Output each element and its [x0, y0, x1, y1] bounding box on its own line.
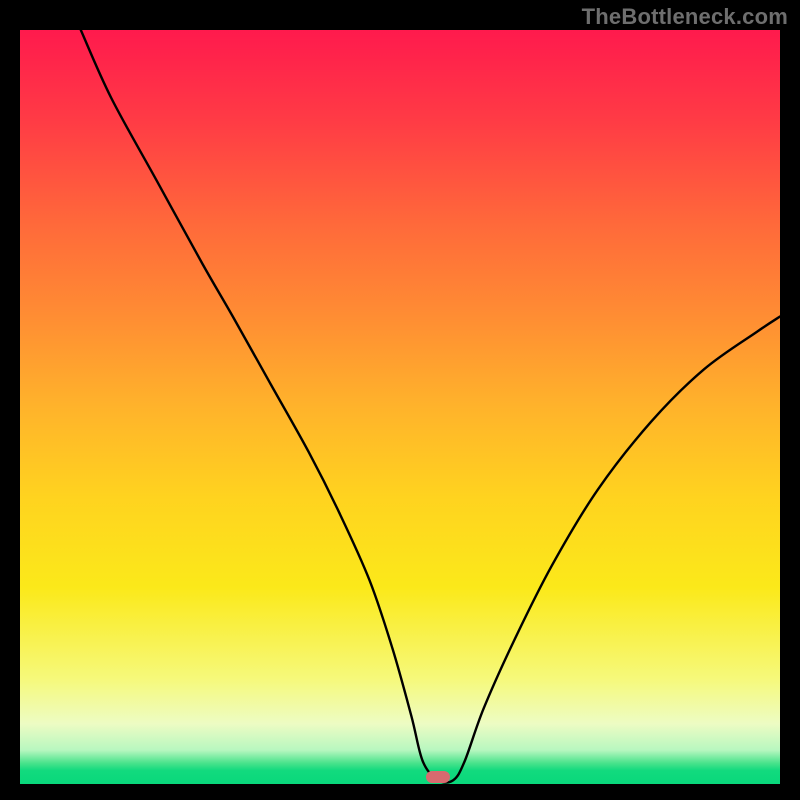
curve-svg: [20, 30, 780, 784]
plot-area: [20, 30, 780, 784]
optimum-marker: [426, 771, 450, 783]
bottleneck-curve: [81, 30, 780, 783]
watermark-text: TheBottleneck.com: [582, 4, 788, 30]
chart-frame: TheBottleneck.com: [0, 0, 800, 800]
